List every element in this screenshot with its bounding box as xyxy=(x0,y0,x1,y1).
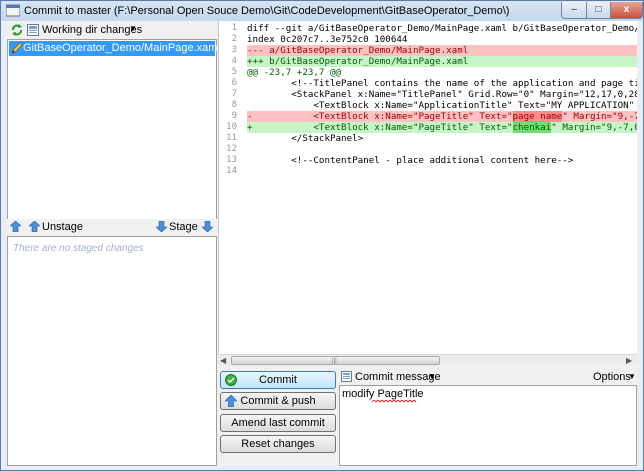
line-number: 3 xyxy=(231,45,237,55)
diff-line-text: + <TextBlock x:Name="PageTitle" Text="ch… xyxy=(247,122,637,133)
diff-line: <TextBlock x:Name="ApplicationTitle" Tex… xyxy=(247,100,637,111)
diff-line: index 0c207c7..3e752c0 100644 xyxy=(247,34,637,45)
scroll-right-icon[interactable]: ▶ xyxy=(626,356,632,365)
diff-line: - <TextBlock x:Name="PageTitle" Text="pa… xyxy=(247,111,637,122)
line-number: 7 xyxy=(231,89,237,99)
unstage-button[interactable]: Unstage xyxy=(42,221,83,233)
stage-all-icon[interactable] xyxy=(202,221,213,232)
commit-push-button[interactable]: Commit & push xyxy=(220,392,336,410)
diff-line xyxy=(247,166,637,177)
line-number: 2 xyxy=(231,34,237,44)
diff-line: <StackPanel x:Name="TitlePanel" Grid.Row… xyxy=(247,89,637,100)
chevron-down-icon[interactable]: ▼ xyxy=(628,372,636,381)
stage-toolbar: Unstage Stage xyxy=(7,219,217,235)
commit-message-input[interactable]: modify PageTitle xyxy=(339,385,637,466)
line-number: 5 xyxy=(231,67,237,77)
diff-line-text: <TextBlock x:Name="ApplicationTitle" Tex… xyxy=(313,100,635,111)
commit-button[interactable]: Commit xyxy=(220,371,336,389)
staged-empty-text: There are no staged changes xyxy=(13,243,144,254)
diff-line: <!--ContentPanel - place additional cont… xyxy=(247,155,637,166)
diff-viewer[interactable]: 1 2 3 4 5 6 7 8 9 10 11 12 13 14 diff --git a/GitBase… xyxy=(218,21,637,354)
diff-line-text: <!--ContentPanel - place additional cont… xyxy=(247,155,574,166)
line-number: 14 xyxy=(226,166,237,176)
check-icon xyxy=(225,374,237,386)
list-item[interactable]: GitBaseOperator_Demo/MainPage.xaml xyxy=(9,41,220,56)
diff-line xyxy=(247,144,637,155)
changed-word: page name xyxy=(512,111,563,122)
working-dir-dropdown[interactable]: Working dir changes xyxy=(42,24,142,36)
push-arrow-icon xyxy=(225,395,237,407)
chevron-down-icon[interactable]: ▼ xyxy=(129,24,137,33)
working-dir-toolbar: Working dir changes ▼ xyxy=(7,21,217,39)
refresh-icon[interactable] xyxy=(10,23,24,37)
close-button[interactable]: x xyxy=(610,2,643,19)
diff-line-text: - <TextBlock x:Name="PageTitle" Text="pa… xyxy=(247,111,637,122)
window-title: Commit to master (F:\Personal Open Souce… xyxy=(24,5,510,17)
grip-icon: ||| xyxy=(332,358,337,364)
spellcheck-underline xyxy=(372,400,416,403)
minimize-button[interactable]: – xyxy=(561,2,587,19)
line-number: 12 xyxy=(226,144,237,154)
stage-button[interactable]: Stage xyxy=(169,221,198,233)
stage-arrow-icon[interactable] xyxy=(156,221,167,232)
title-bar[interactable]: Commit to master (F:\Personal Open Souce… xyxy=(1,1,643,21)
line-number: 4 xyxy=(231,56,237,66)
scrollbar-thumb[interactable]: ||| xyxy=(231,356,440,365)
options-dropdown[interactable]: Options xyxy=(593,371,631,383)
diff-line-text: index 0c207c7..3e752c0 100644 xyxy=(247,34,408,45)
diff-line-text: +++ b/GitBaseOperator_Demo/MainPage.xaml xyxy=(247,56,469,67)
amend-button[interactable]: Amend last commit xyxy=(220,414,336,432)
unstaged-files-list[interactable]: GitBaseOperator_Demo/MainPage.xaml xyxy=(7,39,220,232)
chevron-down-icon[interactable]: ▼ xyxy=(428,372,436,381)
message-icon xyxy=(341,371,352,382)
file-name: GitBaseOperator_Demo/MainPage.xaml xyxy=(23,42,220,54)
line-number: 10 xyxy=(226,122,237,132)
diff-line-text: </StackPanel> xyxy=(247,133,364,144)
reset-label: Reset changes xyxy=(241,438,315,450)
amend-label: Amend last commit xyxy=(231,417,325,429)
modified-pencil-icon xyxy=(11,42,23,54)
diff-line: </StackPanel> xyxy=(247,133,637,144)
line-number: 1 xyxy=(231,23,237,33)
diff-line-text: diff --git a/GitBaseOperator_Demo/MainPa… xyxy=(247,23,637,34)
unstage-all-icon[interactable] xyxy=(10,221,21,232)
diff-line: @@ -23,7 +23,7 @@ xyxy=(247,67,637,78)
diff-line: --- a/GitBaseOperator_Demo/MainPage.xaml xyxy=(247,45,637,56)
diff-line-text: @@ -23,7 +23,7 @@ xyxy=(247,67,342,78)
diff-line-text: --- a/GitBaseOperator_Demo/MainPage.xaml xyxy=(247,45,469,56)
changed-word: chenkai xyxy=(512,122,552,133)
diff-line: diff --git a/GitBaseOperator_Demo/MainPa… xyxy=(247,23,637,34)
diff-horizontal-scrollbar[interactable]: ◀ ||| ▶ xyxy=(218,354,637,366)
reset-changes-button[interactable]: Reset changes xyxy=(220,435,336,453)
commit-message-toolbar: Commit message ▼ Options ▼ xyxy=(339,369,637,385)
diff-line: + <TextBlock x:Name="PageTitle" Text="ch… xyxy=(247,122,637,133)
commit-form: Working dir changes ▼ GitBaseOperator_De… xyxy=(7,21,637,466)
commit-push-label: Commit & push xyxy=(240,395,316,407)
line-number: 13 xyxy=(226,155,237,165)
git-extensions-icon xyxy=(6,4,20,17)
diff-line: +++ b/GitBaseOperator_Demo/MainPage.xaml xyxy=(247,56,637,67)
commit-label: Commit xyxy=(259,374,297,386)
staged-files-list[interactable]: There are no staged changes xyxy=(7,236,217,466)
line-number: 6 xyxy=(231,78,237,88)
working-dir-icon xyxy=(27,24,39,36)
diff-line-text: <StackPanel x:Name="TitlePanel" Grid.Row… xyxy=(247,89,637,100)
diff-line: <!--TitlePanel contains the name of the … xyxy=(247,78,637,89)
commit-window: Commit to master (F:\Personal Open Souce… xyxy=(0,0,644,471)
line-number-gutter: 1 2 3 4 5 6 7 8 9 10 11 12 13 14 xyxy=(219,21,241,354)
line-number: 8 xyxy=(231,100,237,110)
diff-line-text: <!--TitlePanel contains the name of the … xyxy=(247,78,637,89)
maximize-button[interactable]: □ xyxy=(586,2,611,19)
line-number: 9 xyxy=(231,111,237,121)
commit-message-text: modify PageTitle xyxy=(342,388,424,400)
line-number: 11 xyxy=(226,133,237,143)
scroll-left-icon[interactable]: ◀ xyxy=(220,356,226,365)
unstage-arrow-icon[interactable] xyxy=(29,221,40,232)
